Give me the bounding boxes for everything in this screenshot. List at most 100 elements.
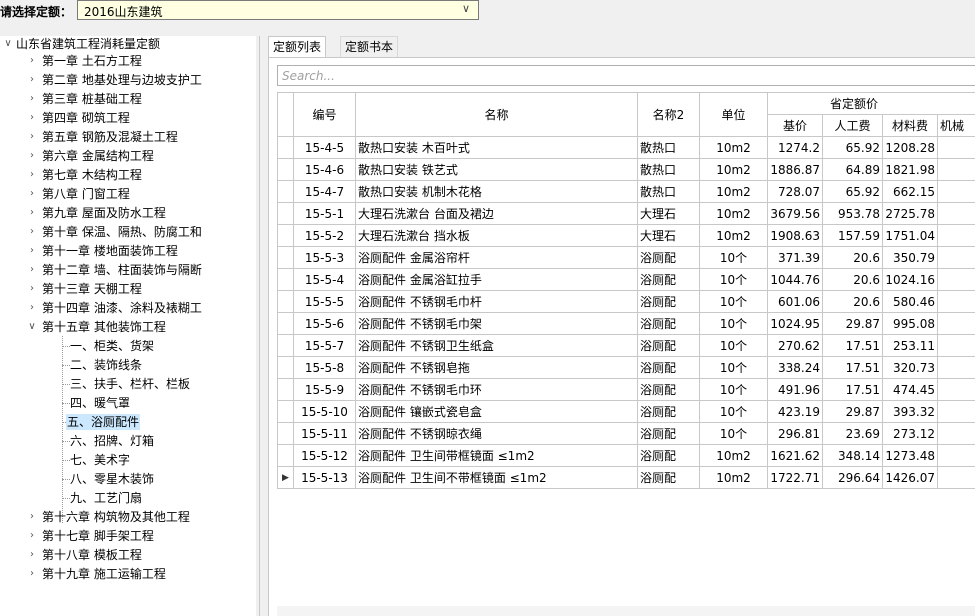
cell-name2[interactable]: 浴厕配 xyxy=(637,312,700,335)
cell-labor[interactable]: 29.87 xyxy=(822,400,883,423)
chevron-down-icon[interactable]: ∨ xyxy=(26,319,38,335)
table-row[interactable]: 15-4-7 散热口安装 机制木花格 散热口 10m2 728.07 65.92 662.1… xyxy=(277,180,975,203)
cell-labor[interactable]: 296.64 xyxy=(822,466,883,489)
chevron-down-icon[interactable]: ∨ xyxy=(462,2,470,15)
cell-material[interactable]: 253.11 xyxy=(882,334,938,357)
cell-unit[interactable]: 10个 xyxy=(699,268,768,291)
chevron-right-icon[interactable]: › xyxy=(26,566,38,582)
cell-name[interactable]: 浴厕配件 不锈钢毛巾环 xyxy=(355,378,638,401)
cell-unit[interactable]: 10个 xyxy=(699,334,768,357)
cell-material[interactable]: 580.46 xyxy=(882,290,938,313)
chevron-right-icon[interactable]: › xyxy=(26,205,38,221)
cell-name[interactable]: 浴厕配件 镶嵌式瓷皂盒 xyxy=(355,400,638,423)
cell-material[interactable]: 2725.78 xyxy=(882,202,938,225)
row-indicator[interactable] xyxy=(277,356,294,379)
cell-labor[interactable]: 953.78 xyxy=(822,202,883,225)
table-row[interactable]: 15-5-8 浴厕配件 不锈钢皂拖 浴厕配 10个 338.24 17.51 320.73 xyxy=(277,356,975,379)
cell-unit[interactable]: 10个 xyxy=(699,356,768,379)
chevron-right-icon[interactable]: › xyxy=(26,547,38,563)
chevron-right-icon[interactable]: › xyxy=(26,262,38,278)
cell-name[interactable]: 散热口安装 机制木花格 xyxy=(355,180,638,203)
cell-name[interactable]: 浴厕配件 卫生间不带框镜面 ≤1m2 xyxy=(355,466,638,489)
tab-quota-list[interactable]: 定额列表 xyxy=(268,36,327,58)
chevron-right-icon[interactable]: › xyxy=(26,72,38,88)
cell-machine[interactable] xyxy=(936,246,975,269)
cell-machine[interactable] xyxy=(936,444,975,467)
cell-machine[interactable] xyxy=(936,180,975,203)
row-indicator[interactable] xyxy=(277,202,294,225)
cell-code[interactable]: 15-5-4 xyxy=(293,268,356,291)
cell-code[interactable]: 15-5-11 xyxy=(293,422,356,445)
cell-name[interactable]: 散热口安装 铁艺式 xyxy=(355,158,638,181)
cell-code[interactable]: 15-4-6 xyxy=(293,158,356,181)
column-header-name[interactable]: 名称 xyxy=(355,92,638,137)
chevron-right-icon[interactable]: › xyxy=(26,186,38,202)
cell-machine[interactable] xyxy=(936,158,975,181)
cell-base[interactable]: 3679.56 xyxy=(767,202,823,225)
cell-labor[interactable]: 17.51 xyxy=(822,334,883,357)
cell-material[interactable]: 1821.98 xyxy=(882,158,938,181)
cell-base[interactable]: 601.06 xyxy=(767,290,823,313)
cell-code[interactable]: 15-5-7 xyxy=(293,334,356,357)
chevron-right-icon[interactable]: › xyxy=(26,509,38,525)
cell-machine[interactable] xyxy=(936,224,975,247)
table-row[interactable]: 15-5-3 浴厕配件 金属浴帘杆 浴厕配 10个 371.39 20.6 350.79 xyxy=(277,246,975,269)
column-header-base[interactable]: 基价 xyxy=(767,114,823,137)
cell-unit[interactable]: 10m2 xyxy=(699,158,768,181)
cell-name[interactable]: 散热口安装 木百叶式 xyxy=(355,136,638,159)
chevron-right-icon[interactable]: › xyxy=(26,110,38,126)
cell-labor[interactable]: 64.89 xyxy=(822,158,883,181)
cell-code[interactable]: 15-5-5 xyxy=(293,290,356,313)
cell-name2[interactable]: 大理石 xyxy=(637,224,700,247)
table-row[interactable]: 15-5-9 浴厕配件 不锈钢毛巾环 浴厕配 10个 491.96 17.51 474.45 xyxy=(277,378,975,401)
row-indicator[interactable]: ▶ xyxy=(277,466,294,489)
table-row[interactable]: ▶ 15-5-13 浴厕配件 卫生间不带框镜面 ≤1m2 浴厕配 10m2 1722.71… xyxy=(277,466,975,489)
cell-base[interactable]: 296.81 xyxy=(767,422,823,445)
cell-unit[interactable]: 10个 xyxy=(699,378,768,401)
panel-splitter[interactable] xyxy=(259,36,260,616)
cell-code[interactable]: 15-5-10 xyxy=(293,400,356,423)
cell-name2[interactable]: 浴厕配 xyxy=(637,422,700,445)
cell-material[interactable]: 350.79 xyxy=(882,246,938,269)
tab-quota-book[interactable]: 定额书本 xyxy=(340,36,399,58)
chevron-down-icon[interactable]: ∨ xyxy=(2,36,14,52)
cell-unit[interactable]: 10个 xyxy=(699,422,768,445)
row-indicator[interactable] xyxy=(277,422,294,445)
table-row[interactable]: 15-5-5 浴厕配件 不锈钢毛巾杆 浴厕配 10个 601.06 20.6 580.46 xyxy=(277,290,975,313)
cell-material[interactable]: 995.08 xyxy=(882,312,938,335)
cell-unit[interactable]: 10m2 xyxy=(699,224,768,247)
row-indicator[interactable] xyxy=(277,246,294,269)
table-row[interactable]: 15-5-11 浴厕配件 不锈钢晾衣绳 浴厕配 10个 296.81 23.69 273.1… xyxy=(277,422,975,445)
row-indicator[interactable] xyxy=(277,268,294,291)
cell-base[interactable]: 338.24 xyxy=(767,356,823,379)
cell-name[interactable]: 浴厕配件 金属浴缸拉手 xyxy=(355,268,638,291)
cell-labor[interactable]: 17.51 xyxy=(822,356,883,379)
cell-machine[interactable] xyxy=(936,312,975,335)
cell-base[interactable]: 491.96 xyxy=(767,378,823,401)
cell-base[interactable]: 1621.62 xyxy=(767,444,823,467)
cell-name2[interactable]: 散热口 xyxy=(637,158,700,181)
table-row[interactable]: 15-5-4 浴厕配件 金属浴缸拉手 浴厕配 10个 1044.76 20.6 1024.1… xyxy=(277,268,975,291)
cell-name[interactable]: 大理石洗漱台 挡水板 xyxy=(355,224,638,247)
table-row[interactable]: 15-5-2 大理石洗漱台 挡水板 大理石 10m2 1908.63 157.59 1751… xyxy=(277,224,975,247)
column-header-machine[interactable]: 机械 xyxy=(936,114,975,137)
cell-machine[interactable] xyxy=(936,290,975,313)
cell-base[interactable]: 1024.95 xyxy=(767,312,823,335)
column-header-name2[interactable]: 名称2 xyxy=(637,92,700,137)
table-row[interactable]: 15-4-5 散热口安装 木百叶式 散热口 10m2 1274.2 65.92 1208.2… xyxy=(277,136,975,159)
cell-name2[interactable]: 浴厕配 xyxy=(637,400,700,423)
cell-unit[interactable]: 10m2 xyxy=(699,444,768,467)
column-header-code[interactable]: 编号 xyxy=(293,92,356,137)
cell-unit[interactable]: 10m2 xyxy=(699,180,768,203)
cell-base[interactable]: 1274.2 xyxy=(767,136,823,159)
cell-labor[interactable]: 17.51 xyxy=(822,378,883,401)
cell-name2[interactable]: 散热口 xyxy=(637,180,700,203)
cell-base[interactable]: 728.07 xyxy=(767,180,823,203)
cell-name2[interactable]: 散热口 xyxy=(637,136,700,159)
cell-name[interactable]: 浴厕配件 金属浴帘杆 xyxy=(355,246,638,269)
row-indicator[interactable] xyxy=(277,378,294,401)
cell-code[interactable]: 15-5-8 xyxy=(293,356,356,379)
table-row[interactable]: 15-5-6 浴厕配件 不锈钢毛巾架 浴厕配 10个 1024.95 29.87 995.0… xyxy=(277,312,975,335)
row-indicator[interactable] xyxy=(277,224,294,247)
cell-name2[interactable]: 浴厕配 xyxy=(637,356,700,379)
